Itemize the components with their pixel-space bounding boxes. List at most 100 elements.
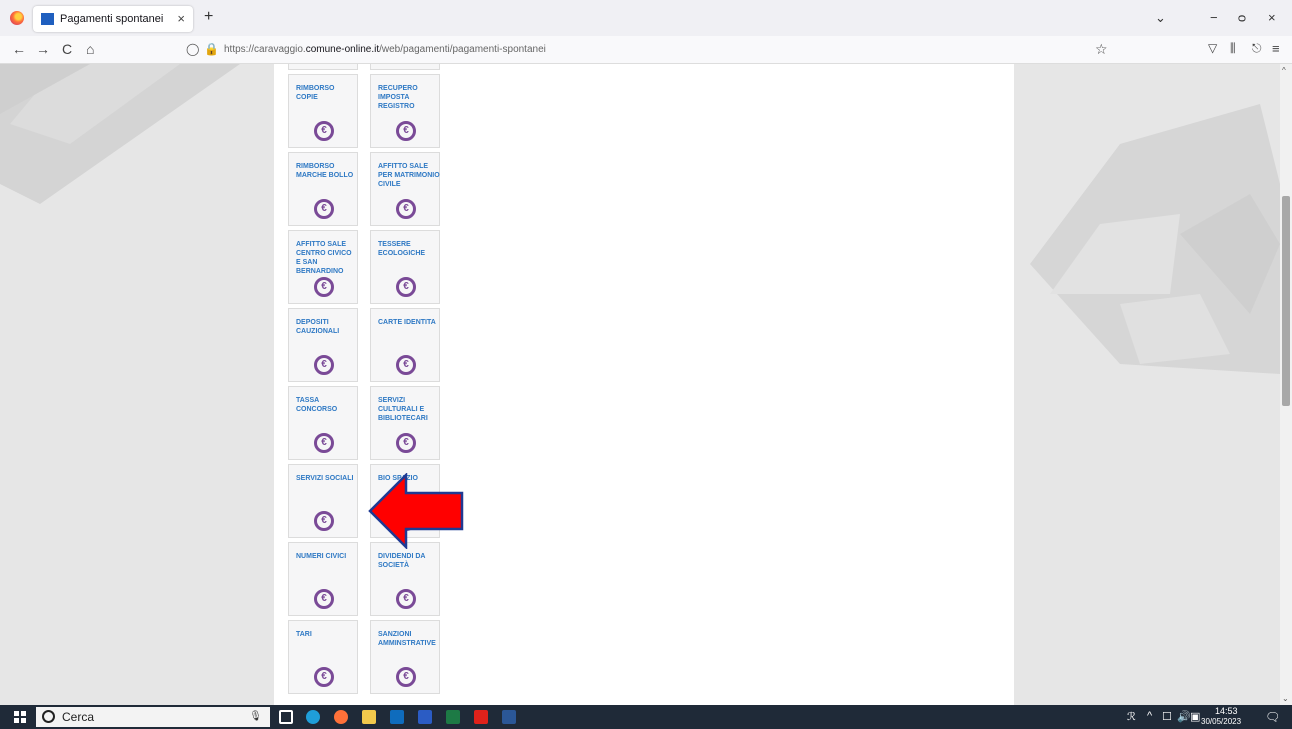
service-tile-label: SANZIONI AMMINSTRATIVE (378, 631, 436, 647)
main-page: €€RIMBORSO COPIE€RECUPERO IMPOSTA REGIST… (274, 64, 1014, 705)
task-view-icon[interactable] (279, 710, 293, 724)
euro-icon: € (314, 667, 334, 687)
url-text[interactable]: https://caravaggio.comune-online.it/web/… (224, 44, 546, 55)
service-tile-label: AFFITTO SALE PER MATRIMONIO CIVILE (378, 163, 440, 188)
euro-icon: € (314, 199, 334, 219)
tray-chevron-icon[interactable]: ^ (1147, 710, 1152, 722)
site-favicon-icon (41, 13, 54, 25)
menu-icon[interactable]: ≡ (1272, 41, 1280, 56)
lock-icon[interactable]: 🔒 (204, 42, 219, 56)
service-tile-label: NUMERI CIVICI (296, 553, 347, 560)
service-tile-label: RECUPERO IMPOSTA REGISTRO (378, 85, 418, 110)
euro-icon: € (396, 433, 416, 453)
euro-icon: € (396, 667, 416, 687)
people-icon[interactable]: ℛ (1127, 710, 1136, 723)
close-window-button[interactable]: × (1268, 10, 1276, 25)
url-bar[interactable]: ◯ 🔒 https://caravaggio.comune-online.it/… (180, 39, 1120, 61)
word-icon[interactable] (502, 710, 516, 724)
firefox-taskbar-icon[interactable] (334, 710, 348, 724)
volume-icon[interactable]: 🔊 (1177, 710, 1191, 723)
app-icon[interactable] (418, 710, 432, 724)
search-placeholder: Cerca (62, 710, 95, 724)
notification-center-icon[interactable]: 🗨 (1265, 710, 1280, 724)
share-icon[interactable]: ⎋ (1252, 41, 1262, 56)
service-tile[interactable]: DIVIDENDI DA SOCIETÀ € (370, 542, 440, 616)
service-tile[interactable]: RIMBORSO MARCHE BOLLO € (288, 152, 358, 226)
excel-icon[interactable] (446, 710, 460, 724)
forward-button[interactable]: → (36, 41, 50, 57)
service-tile[interactable]: SERVIZI SOCIALI € (288, 464, 358, 538)
network-icon[interactable]: ☐ (1162, 710, 1172, 723)
service-tile-label: DIVIDENDI DA SOCIETÀ (378, 553, 426, 569)
edge-icon[interactable] (306, 710, 320, 724)
euro-icon: € (396, 121, 416, 141)
microphone-icon[interactable]: 🎙 (249, 711, 262, 722)
service-tile[interactable]: TESSERE ECOLOGICHE € (370, 230, 440, 304)
home-button[interactable]: ⌂ (86, 41, 94, 57)
acrobat-icon[interactable] (474, 710, 488, 724)
tab-pagamenti-spontanei[interactable]: Pagamenti spontanei × (33, 6, 193, 32)
service-tile-label: DEPOSITI CAUZIONALI (296, 319, 340, 335)
reload-button[interactable]: C (62, 41, 72, 57)
service-tile[interactable]: RECUPERO IMPOSTA REGISTRO € (370, 74, 440, 148)
service-tile-label: RIMBORSO MARCHE BOLLO (296, 163, 354, 179)
euro-icon: € (396, 199, 416, 219)
windows-start-icon[interactable] (14, 711, 26, 723)
list-tabs-icon[interactable]: ⌄ (1155, 10, 1166, 26)
service-tile-label: SERVIZI CULTURALI E BIBLIOTECARI (378, 397, 428, 422)
scroll-up-icon[interactable]: ^ (1282, 66, 1286, 75)
outlook-icon[interactable] (390, 710, 404, 724)
windows-taskbar: Cerca 🎙 ℛ ^ ☐ 🔊 ▣ 14:53 30/05/2023 🗨 (0, 705, 1292, 729)
bookmark-star-icon[interactable]: ☆ (1095, 41, 1108, 58)
file-explorer-icon[interactable] (362, 710, 376, 724)
service-tile[interactable]: AFFITTO SALE CENTRO CIVICO E SAN BERNARD… (288, 230, 358, 304)
euro-icon: € (314, 277, 334, 297)
tab-strip: Pagamenti spontanei × + ⌄ − ᴑ × (0, 0, 1292, 36)
euro-icon: € (396, 277, 416, 297)
tab-title: Pagamenti spontanei (60, 13, 164, 25)
input-icon[interactable]: ▣ (1190, 710, 1200, 723)
service-tile-label: TESSERE ECOLOGICHE (378, 241, 426, 257)
service-tile[interactable]: SERVIZI CULTURALI E BIBLIOTECARI € (370, 386, 440, 460)
page-viewport: €€RIMBORSO COPIE€RECUPERO IMPOSTA REGIST… (0, 64, 1280, 705)
navigation-bar: ← → C ⌂ ◯ 🔒 https://caravaggio.comune-on… (0, 36, 1292, 64)
clock-time[interactable]: 14:53 (1215, 706, 1238, 716)
pocket-icon[interactable]: ▽ (1208, 41, 1217, 55)
vertical-scrollbar[interactable]: ^ ⌄ (1280, 64, 1292, 705)
service-tile[interactable]: NUMERI CIVICI € (288, 542, 358, 616)
service-tile-label: SERVIZI SOCIALI (296, 475, 354, 482)
euro-icon: € (396, 589, 416, 609)
euro-icon: € (314, 433, 334, 453)
euro-icon: € (396, 355, 416, 375)
euro-icon: € (314, 355, 334, 375)
service-tile-label: RIMBORSO COPIE (296, 85, 335, 101)
firefox-logo-icon[interactable] (10, 11, 24, 25)
red-arrow-annotation (368, 473, 464, 549)
taskbar-search-input[interactable]: Cerca 🎙 (36, 707, 270, 727)
service-tile[interactable]: SANZIONI AMMINSTRATIVE € (370, 620, 440, 694)
maximize-button[interactable]: ᴑ (1238, 10, 1246, 25)
cortana-circle-icon (42, 710, 55, 723)
service-tile-label: CARTE IDENTITA (378, 319, 436, 326)
service-tile-label: TASSA CONCORSO (296, 397, 338, 413)
clock-date[interactable]: 30/05/2023 (1201, 717, 1241, 726)
tab-close-icon[interactable]: × (177, 11, 185, 26)
service-tile[interactable]: € (288, 64, 358, 70)
scroll-down-icon[interactable]: ⌄ (1282, 694, 1289, 703)
service-tile[interactable]: TARI € (288, 620, 358, 694)
euro-icon: € (314, 589, 334, 609)
service-tile-label: AFFITTO SALE CENTRO CIVICO E SAN BERNARD… (296, 241, 352, 275)
back-button[interactable]: ← (12, 41, 26, 57)
service-tile[interactable]: AFFITTO SALE PER MATRIMONIO CIVILE € (370, 152, 440, 226)
service-tile[interactable]: TASSA CONCORSO € (288, 386, 358, 460)
library-icon[interactable]: ⫼ (1230, 41, 1236, 56)
new-tab-button[interactable]: + (204, 9, 213, 25)
scroll-thumb[interactable] (1282, 196, 1290, 406)
minimize-button[interactable]: − (1210, 10, 1218, 25)
service-tile[interactable]: € (370, 64, 440, 70)
service-tile[interactable]: DEPOSITI CAUZIONALI € (288, 308, 358, 382)
tracking-shield-icon[interactable]: ◯ (186, 42, 199, 56)
service-tile-label: TARI (296, 631, 312, 638)
service-tile[interactable]: CARTE IDENTITA € (370, 308, 440, 382)
service-tile[interactable]: RIMBORSO COPIE € (288, 74, 358, 148)
